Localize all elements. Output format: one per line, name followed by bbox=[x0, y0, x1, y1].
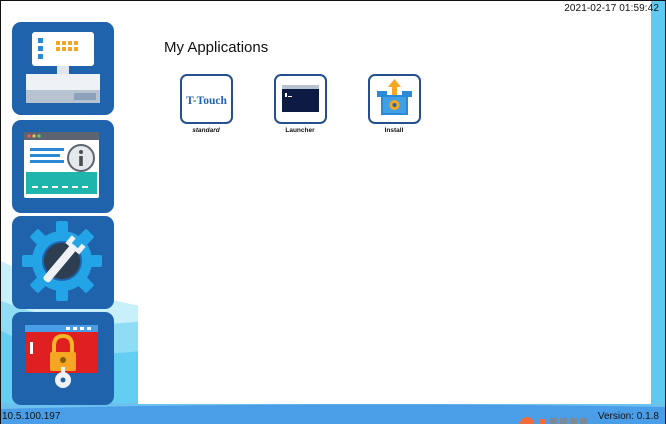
applications-panel: My Applications T-Touch standard Launche… bbox=[138, 15, 651, 404]
sidebar-item-lock[interactable] bbox=[12, 312, 114, 405]
ip-address: 10.5.100.197 bbox=[2, 411, 61, 422]
app-standard[interactable]: T-Touch standard bbox=[176, 74, 236, 134]
app-label: standard bbox=[192, 127, 220, 134]
version-label: Version: 0.1.8 bbox=[597, 411, 659, 422]
panel-title: My Applications bbox=[164, 39, 269, 56]
package-box-icon bbox=[367, 74, 421, 124]
app-icon-text: T-Touch bbox=[186, 95, 227, 107]
pos-terminal-icon bbox=[26, 32, 100, 103]
lock-key-icon bbox=[25, 325, 98, 388]
app-launcher[interactable]: Launcher bbox=[270, 74, 330, 134]
sidebar-item-pos[interactable] bbox=[12, 22, 114, 115]
app-label: Launcher bbox=[285, 127, 315, 134]
t-touch-icon: T-Touch bbox=[179, 74, 233, 124]
app-install[interactable]: Install bbox=[364, 74, 424, 134]
settings-wrench-icon bbox=[22, 221, 102, 301]
sidebar-item-settings[interactable] bbox=[12, 216, 114, 309]
desktop-screen: 2021-02-17 01:59:42 My Applications T-To… bbox=[0, 0, 666, 424]
system-info-icon bbox=[24, 132, 99, 198]
sidebar-item-info[interactable] bbox=[12, 120, 114, 213]
app-label: Install bbox=[384, 127, 404, 134]
clock-display: 2021-02-17 01:59:42 bbox=[564, 3, 659, 14]
terminal-window-icon bbox=[273, 74, 327, 124]
